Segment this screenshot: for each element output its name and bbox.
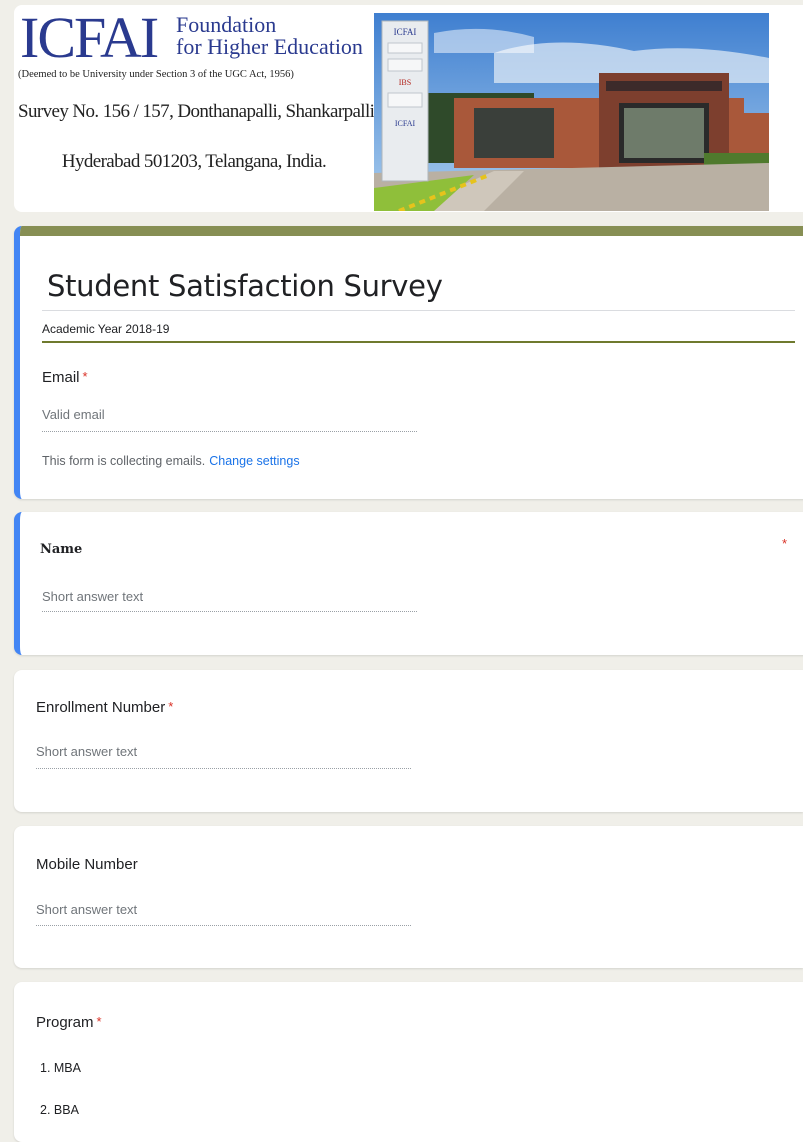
- form-title-card[interactable]: Student Satisfaction Survey Academic Yea…: [14, 226, 803, 499]
- question-title[interactable]: Program *: [36, 1014, 102, 1031]
- deemed-university-note: (Deemed to be University under Section 3…: [18, 69, 294, 80]
- short-answer-field[interactable]: Short answer text: [36, 744, 137, 759]
- email-field-underline: [42, 431, 417, 432]
- title-divider: [42, 310, 795, 311]
- email-field[interactable]: Valid email: [42, 407, 105, 422]
- question-title[interactable]: Enrollment Number *: [36, 699, 173, 716]
- question-title[interactable]: Name: [40, 542, 82, 557]
- short-answer-field[interactable]: Short answer text: [36, 902, 137, 917]
- question-card-name[interactable]: Name * Short answer text: [14, 512, 803, 655]
- sign-label: ICFAI: [395, 119, 416, 128]
- theme-accent-bar: [20, 226, 803, 236]
- sign-label: IBS: [399, 78, 411, 87]
- logo-line-2: for Higher Education: [176, 34, 363, 59]
- question-title[interactable]: Mobile Number: [36, 856, 138, 873]
- logo-wordmark: ICFAI: [20, 5, 159, 70]
- answer-underline: [36, 925, 411, 926]
- answer-underline: [42, 611, 417, 612]
- required-asterisk: *: [781, 536, 787, 551]
- question-card-mobile[interactable]: Mobile Number Short answer text: [14, 826, 803, 968]
- form-title[interactable]: Student Satisfaction Survey: [47, 269, 443, 303]
- answer-underline: [36, 768, 411, 769]
- description-underline: [42, 341, 795, 343]
- email-label: Email *: [42, 369, 88, 386]
- short-answer-field[interactable]: Short answer text: [42, 589, 143, 604]
- header-banner: ICFAI Foundation for Higher Education (D…: [14, 5, 803, 212]
- required-asterisk: *: [168, 699, 174, 714]
- university-logo: ICFAI Foundation for Higher Education (D…: [14, 5, 421, 212]
- collecting-emails-note: This form is collecting emails. Change se…: [42, 454, 300, 468]
- form-description[interactable]: Academic Year 2018-19: [42, 322, 169, 336]
- option-item[interactable]: 2. BBA: [40, 1103, 79, 1117]
- required-asterisk: *: [82, 369, 88, 384]
- question-card-program[interactable]: Program * 1. MBA 2. BBA: [14, 982, 803, 1142]
- logo-line-1: Foundation: [176, 12, 277, 37]
- required-asterisk: *: [96, 1014, 102, 1029]
- option-item[interactable]: 1. MBA: [40, 1061, 81, 1075]
- address-line-1: Survey No. 156 / 157, Donthanapalli, Sha…: [18, 101, 421, 122]
- sign-label: ICFAI: [394, 27, 417, 37]
- question-card-enrollment[interactable]: Enrollment Number * Short answer text: [14, 670, 803, 812]
- address-line-2: Hyderabad 501203, Telangana, India.: [61, 151, 327, 172]
- campus-gate-photo: ICFAI IBS ICFAI: [374, 13, 769, 211]
- change-settings-link[interactable]: Change settings: [209, 454, 299, 468]
